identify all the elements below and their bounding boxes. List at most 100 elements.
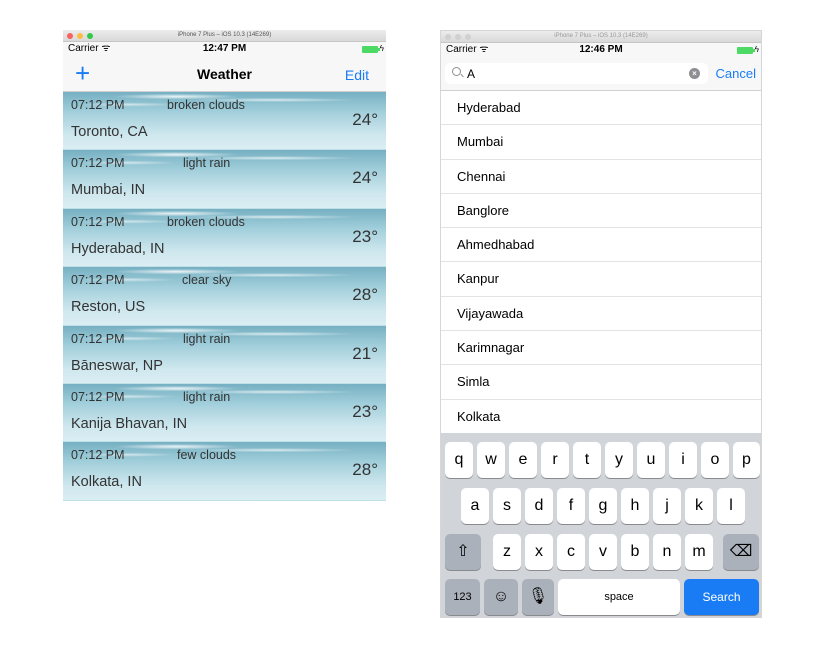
key-c[interactable]: c <box>557 534 585 570</box>
weather-description: light rain <box>183 331 231 346</box>
weather-time: 07:12 PM <box>71 98 125 112</box>
key-a[interactable]: a <box>461 488 489 524</box>
key-w[interactable]: w <box>477 442 505 478</box>
window-controls <box>67 33 93 39</box>
weather-description: few clouds <box>177 448 237 463</box>
key-t[interactable]: t <box>573 442 601 478</box>
battery-icon <box>362 46 380 53</box>
key-y[interactable]: y <box>605 442 633 478</box>
search-results-list: Hyderabad Mumbai Chennai Banglore Ahmedh… <box>441 91 761 434</box>
charging-icon: ϟ <box>754 45 759 54</box>
key-d[interactable]: d <box>525 488 553 524</box>
key-v[interactable]: v <box>589 534 617 570</box>
weather-time: 07:12 PM <box>71 448 125 463</box>
key-j[interactable]: j <box>653 488 681 524</box>
shift-key[interactable]: ⇧ <box>445 534 481 570</box>
result-label: Simla <box>457 374 490 390</box>
search-icon <box>452 67 461 76</box>
emoji-key[interactable]: ☺ <box>484 579 518 615</box>
key-p[interactable]: p <box>733 442 760 478</box>
key-f[interactable]: f <box>557 488 585 524</box>
zoom-window-dot[interactable] <box>465 34 471 40</box>
list-item[interactable]: Banglore <box>441 194 761 229</box>
key-i[interactable]: i <box>669 442 697 478</box>
weather-row[interactable]: 07:12 PM clear sky Reston, US 28° <box>63 267 386 326</box>
backspace-key[interactable]: ⌫ <box>723 534 759 570</box>
weather-row[interactable]: 07:12 PM light rain Bāneswar, NP 21° <box>63 325 386 384</box>
status-time: 12:46 PM <box>579 44 623 55</box>
key-h[interactable]: h <box>621 488 649 524</box>
result-label: Karimnagar <box>457 340 525 356</box>
key-b[interactable]: b <box>621 534 649 570</box>
result-label: Ahmedhabad <box>457 237 535 253</box>
zoom-window-dot[interactable] <box>87 33 93 39</box>
key-n[interactable]: n <box>653 534 681 570</box>
weather-description: broken clouds <box>167 214 245 229</box>
key-s[interactable]: s <box>493 488 521 524</box>
result-label: Kanpur <box>457 271 499 287</box>
key-r[interactable]: r <box>541 442 569 478</box>
key-z[interactable]: z <box>493 534 521 570</box>
status-bar: Carrier ᯤ 12:46 PM ϟ <box>441 43 761 57</box>
list-item[interactable]: Vijayawada <box>441 297 761 332</box>
result-label: Vijayawada <box>457 305 524 321</box>
list-item[interactable]: Ahmedhabad <box>441 228 761 263</box>
weather-city: Toronto, CA <box>71 124 148 140</box>
list-item[interactable]: Hyderabad <box>441 91 761 126</box>
weather-row[interactable]: 07:12 PM broken clouds Hyderabad, IN 23° <box>63 208 386 268</box>
weather-description: light rain <box>183 156 231 171</box>
search-bar: × Cancel <box>441 57 761 91</box>
list-item[interactable]: Chennai <box>441 160 761 194</box>
weather-row[interactable]: 07:12 PM light rain Mumbai, IN 24° <box>63 150 386 209</box>
space-key[interactable]: space <box>558 579 680 615</box>
weather-city: Kanija Bhavan, IN <box>71 415 188 432</box>
key-k[interactable]: k <box>685 488 713 524</box>
list-item[interactable]: Simla <box>441 365 761 400</box>
weather-row[interactable]: 07:12 PM few clouds Kolkata, IN 28° <box>63 442 386 501</box>
simulator-title: iPhone 7 Plus – iOS 10.3 (14E269) <box>554 33 648 39</box>
key-o[interactable]: o <box>701 442 729 478</box>
weather-city: Mumbai, IN <box>71 182 146 199</box>
search-input[interactable] <box>467 63 677 84</box>
minimize-window-dot[interactable] <box>455 34 461 40</box>
list-item[interactable]: Karimnagar <box>441 331 761 366</box>
key-g[interactable]: g <box>589 488 617 524</box>
key-l[interactable]: l <box>717 488 745 524</box>
edit-button[interactable]: Edit <box>345 67 369 83</box>
list-item[interactable]: Kanpur <box>441 262 761 297</box>
result-label: Banglore <box>457 202 510 218</box>
weather-row[interactable]: 07:12 PM light rain Kanija Bhavan, IN 23… <box>63 383 386 443</box>
clear-text-icon[interactable]: × <box>689 68 700 79</box>
cancel-button[interactable]: Cancel <box>716 66 756 81</box>
weather-time: 07:12 PM <box>71 214 125 229</box>
list-item[interactable]: Kolkata <box>441 400 761 434</box>
weather-time: 07:12 PM <box>71 156 125 171</box>
city-search-screen: iPhone 7 Plus – iOS 10.3 (14E269) Carrie… <box>440 30 762 618</box>
weather-temperature: 28° <box>352 460 378 480</box>
numbers-key[interactable]: 123 <box>445 579 480 615</box>
list-item[interactable]: Mumbai <box>441 125 761 160</box>
window-controls <box>445 34 471 40</box>
close-window-dot[interactable] <box>445 34 451 40</box>
weather-city: Bāneswar, NP <box>71 357 163 374</box>
weather-list: 07:12 PM broken clouds Toronto, CA 24° 0… <box>63 92 386 501</box>
key-q[interactable]: q <box>445 442 473 478</box>
key-x[interactable]: x <box>525 534 553 570</box>
simulator-title: iPhone 7 Plus – iOS 10.3 (14E269) <box>177 32 272 38</box>
result-label: Chennai <box>457 168 506 184</box>
weather-temperature: 24° <box>352 110 378 129</box>
key-m[interactable]: m <box>685 534 713 570</box>
dictation-key[interactable]: 🎙 <box>522 579 554 615</box>
result-label: Kolkata <box>457 408 501 424</box>
weather-row[interactable]: 07:12 PM broken clouds Toronto, CA 24° <box>63 92 386 151</box>
weather-time: 07:12 PM <box>71 331 125 346</box>
key-u[interactable]: u <box>637 442 665 478</box>
key-e[interactable]: e <box>509 442 537 478</box>
search-field[interactable]: × <box>445 63 708 84</box>
minimize-window-dot[interactable] <box>77 33 83 39</box>
weather-temperature: 24° <box>352 168 378 188</box>
weather-temperature: 23° <box>352 401 378 421</box>
status-bar: Carrier ᯤ 12:47 PM ϟ <box>63 42 386 56</box>
search-key[interactable]: Search <box>684 579 759 615</box>
close-window-dot[interactable] <box>67 33 73 39</box>
